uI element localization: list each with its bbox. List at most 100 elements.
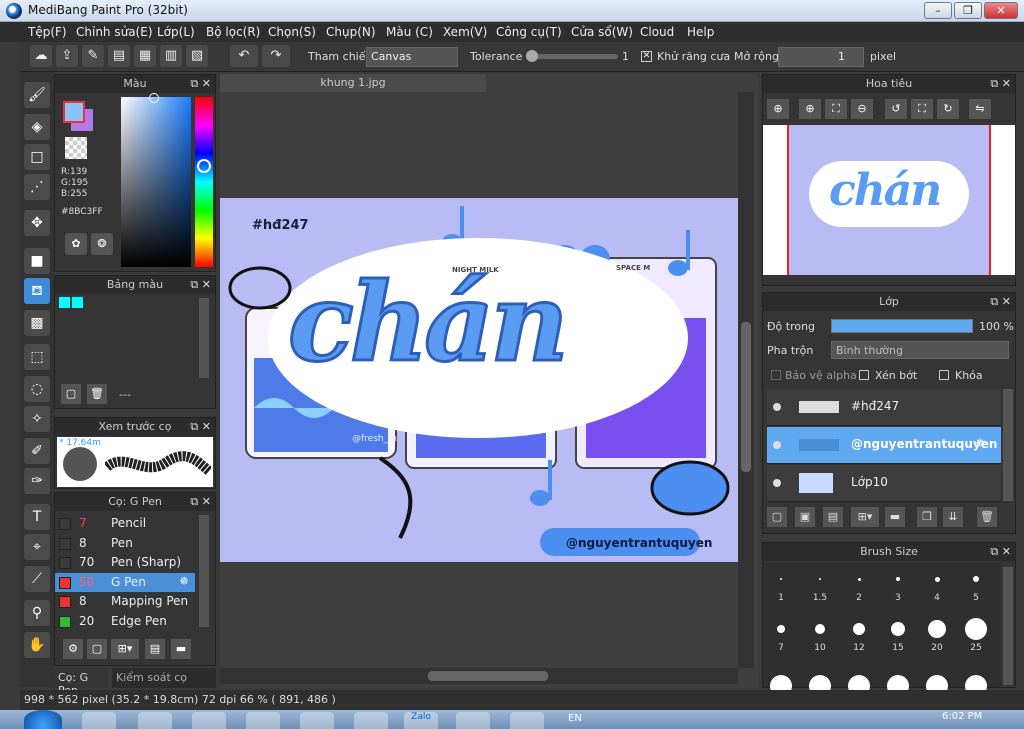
taskbar-chrome-icon[interactable] [456,712,490,729]
magic-wand-icon[interactable]: ✧ [24,406,50,432]
layer-row[interactable]: Lớp10 [767,465,1001,502]
expand-stepper[interactable]: 1 [778,47,864,67]
tab-brush[interactable]: Cọ: G Pen [54,668,108,697]
share-icon[interactable]: ⇪ [56,45,78,67]
taskbar-medibang-icon[interactable] [510,712,544,729]
brush-tool-icon[interactable]: 🖌 [24,82,50,108]
menu-edit[interactable]: Chỉnh sửa(E) [76,25,153,39]
blend-mode-select[interactable]: Bình thường [831,341,1009,359]
menu-view[interactable]: Xem(V) [443,25,487,39]
layer-scrollbar[interactable] [1003,389,1013,501]
text-tool-icon[interactable]: T [24,504,50,530]
menu-color[interactable]: Màu (C) [386,25,433,39]
brush-size-dot[interactable] [896,577,900,581]
taskbar-zalo-icon[interactable]: Zalo [404,712,438,729]
taskbar-app-icon[interactable] [138,712,172,729]
add-layer-dropdown-icon[interactable]: ⊞▾ [851,507,879,527]
comment-icon[interactable]: ✎ [82,45,104,67]
palette-icon[interactable]: ✿ [65,233,87,255]
edit-page-icon[interactable]: ▧ [186,45,208,67]
layer-row[interactable]: #hđ247 [767,389,1001,426]
rotate-left-icon[interactable]: ↺ [885,99,907,119]
select-eraser-icon[interactable]: ✑ [24,468,50,494]
redo-icon[interactable]: ↷ [262,45,290,67]
brush-size-dot[interactable] [815,624,825,634]
brush-size-dot[interactable] [853,623,865,635]
language-indicator[interactable]: EN [568,713,582,724]
brush-item[interactable]: 7 Pencil [55,514,195,533]
navigator-preview[interactable]: chán [763,125,1015,275]
eye-icon[interactable] [773,479,781,487]
lock-checkbox[interactable] [939,370,949,380]
page-icon[interactable]: ▦ [134,45,156,67]
panel-close-icon[interactable]: ⧉ ✕ [990,75,1011,93]
taskbar-app-icon[interactable] [354,712,388,729]
artwork[interactable]: #hđ247 NIGHT MILK SPACE M chán @fresh_m … [220,198,738,562]
eye-icon[interactable] [773,441,781,449]
canvas-vscroll[interactable] [738,92,754,668]
lasso-tool-icon[interactable]: ◌ [24,376,50,402]
transparent-swatch[interactable] [65,137,87,159]
brush-size-dot[interactable] [965,618,987,640]
brush-size-dot[interactable] [780,578,782,580]
panel-close-icon[interactable]: ⧉ ✕ [190,75,211,93]
canvas-hscroll-thumb[interactable] [428,671,548,681]
brush-item-selected[interactable]: 50 G Pen ✵ [55,572,195,592]
menu-tools[interactable]: Công cụ(T) [496,25,562,39]
menu-select[interactable]: Chọn(S) [268,25,316,39]
menu-file[interactable]: Tệp(F) [28,25,67,39]
reference-select[interactable]: Canvas [366,47,458,67]
panel-close-icon[interactable]: ⧉ ✕ [990,293,1011,311]
new-halftone-layer-icon[interactable]: ▣ [795,507,815,527]
brush-settings-icon[interactable]: ⚙ [63,639,83,659]
brush-size-dot[interactable] [928,620,946,638]
brush-size-scrollbar[interactable] [1003,567,1013,685]
tab-canvas-file[interactable]: khung 1.jpg [220,74,486,92]
layer-row-selected[interactable]: @nguyentrantuquyen ✵ [767,427,1001,464]
gradient-tool-icon[interactable]: ▩ [24,310,50,336]
zoom-out-icon[interactable]: ⊖ [851,99,873,119]
rotate-right-icon[interactable]: ↻ [937,99,959,119]
taskbar-app-icon[interactable] [82,712,116,729]
menu-window[interactable]: Cửa sổ(W) [571,25,633,39]
hand-tool-icon[interactable]: ✋ [24,632,50,658]
fit-window-icon[interactable]: ⛶ [825,99,847,119]
brush-list-scrollbar[interactable] [199,515,209,627]
delete-palette-icon[interactable]: 🗑 [87,384,107,404]
reset-view-icon[interactable]: ⛶ [911,99,933,119]
gear-icon[interactable]: ✵ [179,574,189,588]
select-pen-icon[interactable]: ✐ [24,438,50,464]
menu-cloud[interactable]: Cloud [640,25,674,39]
merge-layer-icon[interactable]: ⇊ [943,507,963,527]
menu-capture[interactable]: Chụp(N) [326,25,376,39]
flip-icon[interactable]: ⇋ [969,99,991,119]
panel-close-icon[interactable]: ⧉ ✕ [190,276,211,294]
protect-alpha-checkbox[interactable] [771,370,781,380]
minimize-button[interactable]: – [924,2,952,19]
brush-size-dot[interactable] [819,578,821,580]
pages-icon[interactable]: ▥ [160,45,182,67]
tolerance-thumb[interactable] [526,50,538,62]
select-rect-icon[interactable]: ⬚ [24,344,50,370]
panel-close-icon[interactable]: ⧉ ✕ [190,418,211,436]
shape-tool-icon[interactable]: □ [24,144,50,170]
zoom-fit-icon[interactable]: ⊕ [767,99,789,119]
menu-help[interactable]: Help [687,25,714,39]
chat-icon[interactable]: ▤ [108,45,130,67]
brush-size-dot[interactable] [777,625,785,633]
clip-checkbox[interactable] [859,370,869,380]
divide-tool-icon[interactable]: ⟋ [24,566,50,592]
cloud-icon[interactable]: ☁ [30,45,52,67]
start-button[interactable] [24,710,62,729]
antialias-checkbox[interactable]: ✕ [641,51,652,62]
menu-layer[interactable]: Lớp(L) [157,25,195,39]
panel-close-icon[interactable]: ⧉ ✕ [990,543,1011,561]
dot-brush-icon[interactable]: ⋰ [24,174,50,200]
brush-edit-icon[interactable]: ▤ [145,639,165,659]
move-tool-icon[interactable]: ✥ [24,210,50,236]
brush-size-dot[interactable] [857,577,861,581]
fill-rect-icon[interactable]: ■ [24,248,50,274]
sv-picker-marker[interactable] [149,93,159,103]
menu-filter[interactable]: Bộ lọc(R) [206,25,260,39]
canvas-hscroll[interactable] [220,668,738,684]
